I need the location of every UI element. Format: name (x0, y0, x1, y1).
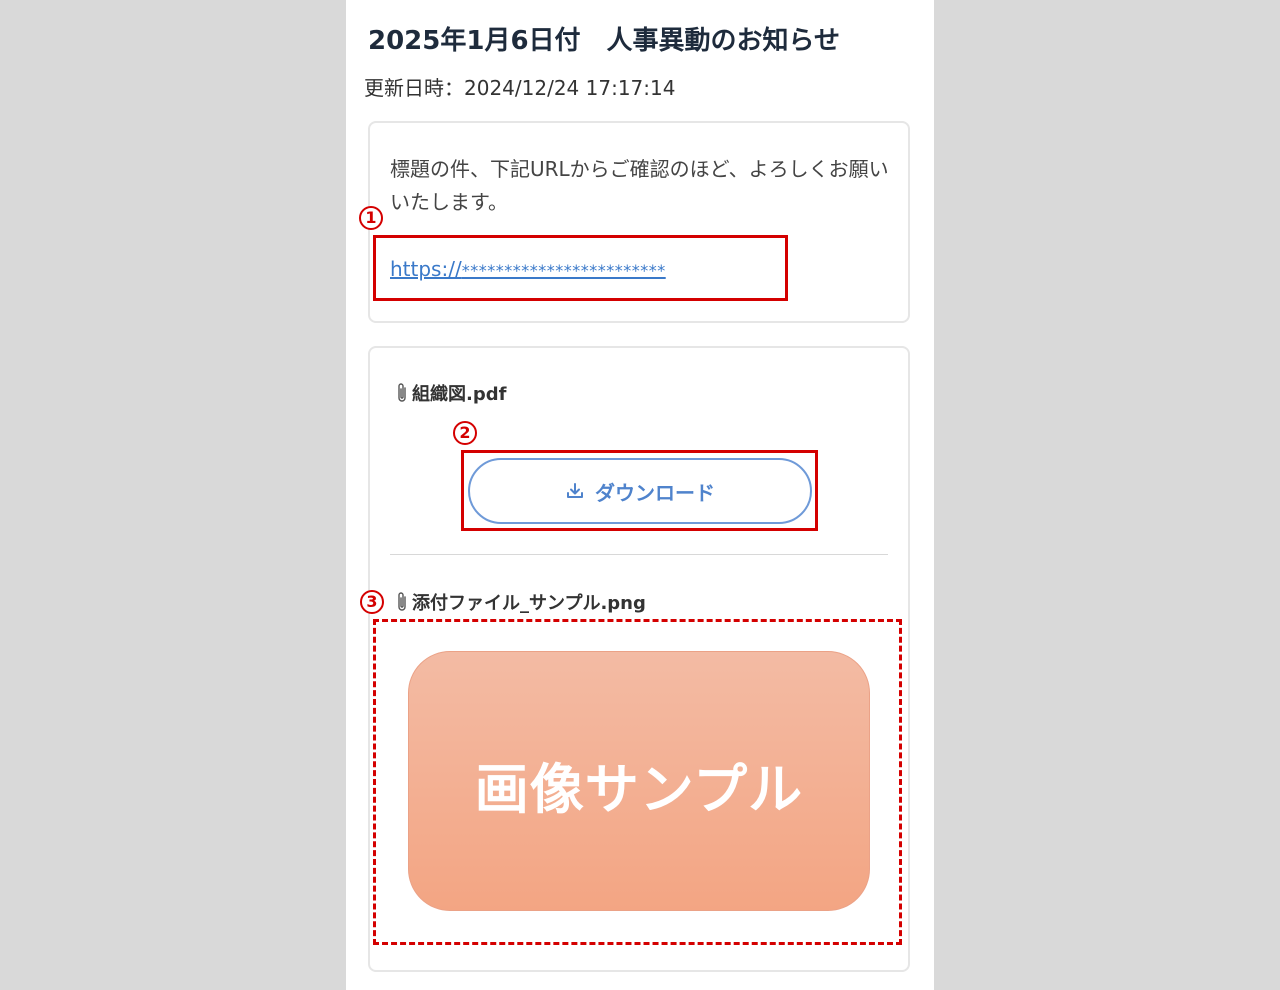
attachment-png: 添付ファイル_サンプル.png (396, 589, 646, 615)
annotation-box-3 (373, 619, 902, 945)
paperclip-icon (398, 592, 406, 611)
attachment-divider (390, 554, 888, 555)
message-body: 標題の件、下記URLからご確認のほど、よろしくお願いいたします。 (390, 157, 889, 214)
annotation-marker-2: 2 (453, 421, 477, 445)
annotation-box-2 (461, 450, 818, 531)
page-title: 2025年1月6日付 人事異動のお知らせ (368, 26, 841, 56)
attachment-pdf: 組織図.pdf (396, 380, 506, 406)
updated-timestamp: 更新日時：2024/12/24 17:17:14 (364, 76, 676, 100)
attachment-png-name: 添付ファイル_サンプル.png (412, 593, 646, 614)
annotation-marker-1: 1 (359, 206, 383, 230)
attachment-pdf-name: 組織図.pdf (412, 384, 507, 405)
annotation-box-1 (373, 235, 788, 301)
paperclip-icon (398, 383, 406, 402)
annotation-marker-3: 3 (360, 590, 384, 614)
